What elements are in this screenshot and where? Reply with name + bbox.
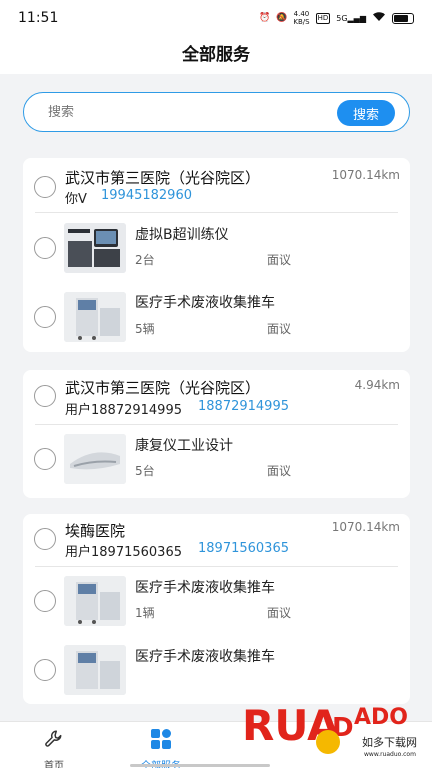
hospital-name: 武汉市第三医院（光谷院区） — [65, 379, 261, 397]
item-name: 虚拟B超训练仪 — [135, 227, 229, 243]
search-box[interactable]: 搜索 — [23, 92, 410, 132]
item-select-radio[interactable] — [34, 237, 56, 259]
svg-text:www.ruaduo.com: www.ruaduo.com — [364, 751, 416, 758]
item-select-radio[interactable] — [34, 659, 56, 681]
gesture-bar — [130, 764, 270, 767]
status-icons: ⏰ 🔕 4.40 KB/S HD 5G▂▄▆ — [259, 10, 414, 26]
distance: 1070.14km — [331, 168, 400, 182]
order-card[interactable]: 武汉市第三医院（光谷院区） 4.94km 用户18872914995 18872… — [23, 370, 410, 498]
contact-name: 用户18872914995 — [65, 403, 182, 418]
mute-icon: 🔕 — [276, 13, 288, 23]
hospital-name: 埃酶医院 — [65, 522, 126, 540]
page-header: 全部服务 — [0, 36, 432, 74]
svg-text:如多下载网: 如多下载网 — [362, 735, 417, 749]
battery-icon — [392, 12, 414, 24]
alarm-icon: ⏰ — [258, 13, 271, 23]
item-name: 医疗手术废液收集推车 — [135, 580, 275, 596]
hd-badge: HD — [315, 12, 331, 24]
divider — [35, 424, 398, 425]
item-quantity: 5台 — [135, 464, 155, 478]
order-card[interactable]: 埃酶医院 1070.14km 用户18971560365 18971560365… — [23, 514, 410, 704]
signal-icon: 5G▂▄▆ — [336, 13, 366, 23]
contact-phone[interactable]: 18971560365 — [198, 541, 289, 556]
contact-phone[interactable]: 19945182960 — [101, 188, 192, 203]
page-title: 全部服务 — [182, 45, 250, 65]
distance: 1070.14km — [331, 520, 400, 534]
signal-label: 5G — [336, 13, 348, 23]
contact-phone[interactable]: 18872914995 — [198, 399, 289, 414]
item-select-radio[interactable] — [34, 590, 56, 612]
distance: 4.94km — [354, 378, 400, 392]
product-image — [64, 434, 126, 484]
order-select-radio[interactable] — [34, 385, 56, 407]
order-select-radio[interactable] — [34, 528, 56, 550]
product-image — [64, 223, 126, 273]
item-quantity: 2台 — [135, 253, 155, 267]
item-name: 医疗手术废液收集推车 — [135, 295, 275, 311]
grid-icon — [150, 728, 172, 754]
nav-home[interactable]: 首页 — [4, 722, 104, 768]
contact-name: 用户18971560365 — [65, 545, 182, 560]
product-image — [64, 576, 126, 626]
svg-text:ADO: ADO — [354, 705, 408, 730]
item-select-radio[interactable] — [34, 448, 56, 470]
nav-home-label: 首页 — [44, 761, 64, 768]
wrench-icon — [43, 728, 65, 754]
item-select-radio[interactable] — [34, 306, 56, 328]
nav-all-services[interactable]: 全部服务 — [111, 722, 211, 768]
net-speed-value: 4.40 — [293, 10, 310, 18]
item-price: 面议 — [267, 253, 292, 267]
item-name: 医疗手术废液收集推车 — [135, 649, 275, 665]
search-button[interactable]: 搜索 — [337, 100, 395, 126]
contact-name: 你V — [65, 192, 87, 207]
watermark-logo: RUA D ADO 如多下载网 www.ruaduo.com — [242, 690, 430, 762]
item-quantity: 1辆 — [135, 606, 155, 620]
net-speed: 4.40 KB/S — [293, 10, 309, 26]
wifi-icon — [372, 11, 386, 25]
item-quantity: 5辆 — [135, 322, 155, 336]
item-price: 面议 — [267, 322, 292, 336]
order-select-radio[interactable] — [34, 176, 56, 198]
item-price: 面议 — [267, 606, 292, 620]
order-card[interactable]: 武汉市第三医院（光谷院区） 1070.14km 你V 19945182960 虚… — [23, 158, 410, 352]
divider — [35, 566, 398, 567]
net-speed-unit: KB/S — [293, 18, 310, 26]
product-image — [64, 645, 126, 695]
status-time: 11:51 — [18, 10, 59, 26]
status-bar: 11:51 ⏰ 🔕 4.40 KB/S HD 5G▂▄▆ — [0, 0, 432, 36]
hospital-name: 武汉市第三医院（光谷院区） — [65, 169, 261, 187]
divider — [35, 212, 398, 213]
product-image — [64, 292, 126, 342]
item-price: 面议 — [267, 464, 292, 478]
item-name: 康复仪工业设计 — [135, 438, 233, 454]
